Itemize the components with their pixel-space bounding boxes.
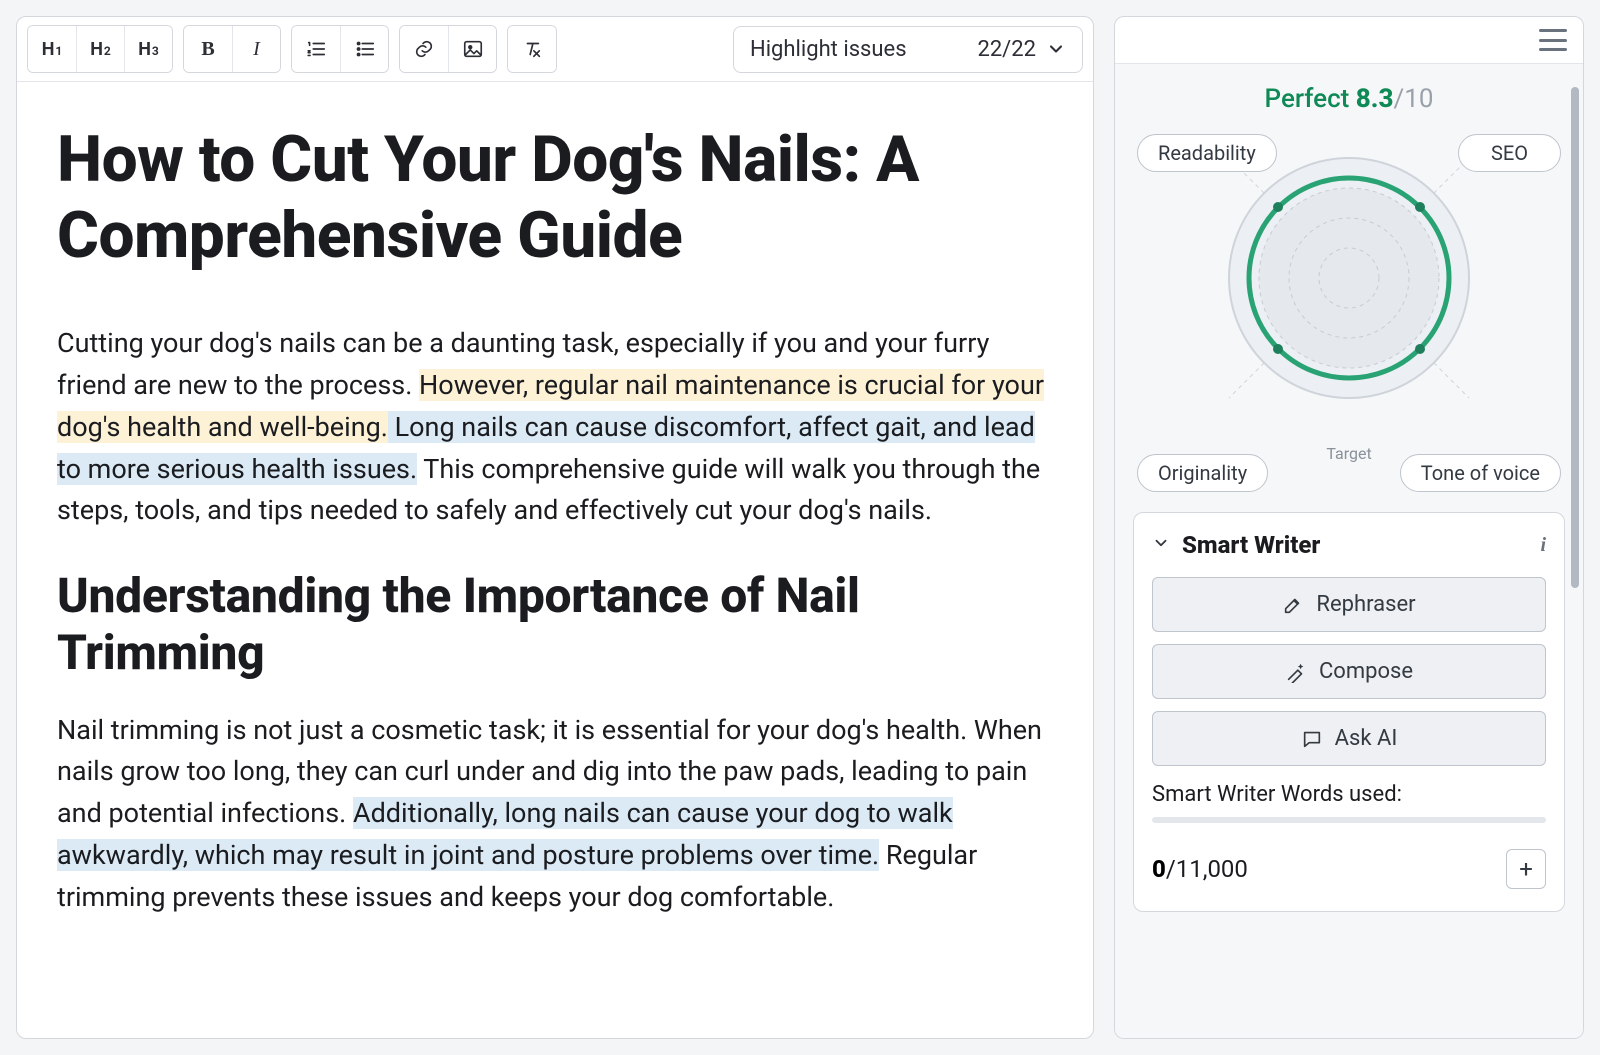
clear-format-button[interactable] bbox=[508, 26, 556, 72]
list-group bbox=[291, 25, 389, 73]
pill-originality[interactable]: Originality bbox=[1137, 454, 1268, 492]
unordered-list-icon bbox=[354, 38, 376, 60]
target-label: Target bbox=[1326, 444, 1371, 463]
menu-button[interactable] bbox=[1539, 29, 1567, 51]
image-button[interactable] bbox=[448, 26, 496, 72]
score-value: 8.3 bbox=[1356, 84, 1394, 114]
side-header bbox=[1115, 17, 1583, 64]
hamburger-icon bbox=[1539, 29, 1567, 32]
side-body: Perfect 8.3/10 Readability SEO Originali… bbox=[1115, 64, 1583, 1038]
ordered-list-icon bbox=[305, 38, 327, 60]
ask-ai-button[interactable]: Ask AI bbox=[1152, 711, 1546, 766]
radar-chart: Readability SEO Originality Tone of voic… bbox=[1133, 128, 1565, 498]
score-label: Perfect bbox=[1265, 84, 1350, 114]
highlight-issues-dropdown[interactable]: Highlight issues 22/22 bbox=[733, 26, 1083, 73]
editor-body[interactable]: How to Cut Your Dog's Nails: A Comprehen… bbox=[17, 82, 1093, 995]
pill-seo[interactable]: SEO bbox=[1458, 134, 1561, 172]
scrollbar[interactable] bbox=[1571, 87, 1579, 588]
smart-writer-title: Smart Writer bbox=[1182, 531, 1320, 559]
chat-icon bbox=[1301, 728, 1323, 750]
score-denom: /10 bbox=[1394, 84, 1434, 114]
collapse-toggle[interactable] bbox=[1152, 533, 1170, 557]
chevron-down-icon bbox=[1046, 39, 1066, 59]
highlight-issues-label: Highlight issues bbox=[750, 37, 907, 62]
words-progress-bar bbox=[1152, 817, 1546, 823]
compose-button[interactable]: Compose bbox=[1152, 644, 1546, 699]
pill-readability[interactable]: Readability bbox=[1137, 134, 1277, 172]
sparkle-pencil-icon bbox=[1285, 661, 1307, 683]
editor-toolbar: H1 H2 H3 B I bbox=[17, 17, 1093, 82]
h1-button[interactable]: H1 bbox=[28, 26, 76, 72]
link-button[interactable] bbox=[400, 26, 448, 72]
italic-button[interactable]: I bbox=[232, 26, 280, 72]
heading-group: H1 H2 H3 bbox=[27, 25, 173, 73]
issues-count: 22/22 bbox=[977, 37, 1036, 62]
add-words-button[interactable]: + bbox=[1506, 849, 1546, 889]
chevron-down-icon bbox=[1152, 534, 1170, 552]
document-title[interactable]: How to Cut Your Dog's Nails: A Comprehen… bbox=[57, 122, 1053, 273]
words-used-label: Smart Writer Words used: bbox=[1152, 782, 1402, 807]
editor-panel: H1 H2 H3 B I bbox=[16, 16, 1094, 1039]
smart-writer-header: Smart Writer i bbox=[1152, 531, 1546, 559]
words-used-count: 0/11,000 bbox=[1152, 855, 1248, 883]
link-icon bbox=[413, 38, 435, 60]
smart-writer-card: Smart Writer i Rephraser Compose Ask AI … bbox=[1133, 512, 1565, 912]
clear-group bbox=[507, 25, 557, 73]
h2-button[interactable]: H2 bbox=[76, 26, 124, 72]
insert-group bbox=[399, 25, 497, 73]
paragraph-2[interactable]: Nail trimming is not just a cosmetic tas… bbox=[57, 710, 1053, 919]
side-panel: Perfect 8.3/10 Readability SEO Originali… bbox=[1114, 16, 1584, 1039]
image-icon bbox=[462, 38, 484, 60]
paragraph-1[interactable]: Cutting your dog's nails can be a daunti… bbox=[57, 323, 1053, 532]
unordered-list-button[interactable] bbox=[340, 26, 388, 72]
format-group: B I bbox=[183, 25, 281, 73]
score-line: Perfect 8.3/10 bbox=[1133, 84, 1565, 114]
bold-button[interactable]: B bbox=[184, 26, 232, 72]
pill-tone[interactable]: Tone of voice bbox=[1400, 454, 1561, 492]
ordered-list-button[interactable] bbox=[292, 26, 340, 72]
info-icon[interactable]: i bbox=[1540, 534, 1546, 557]
pencil-icon bbox=[1282, 594, 1304, 616]
heading-2[interactable]: Understanding the Importance of Nail Tri… bbox=[57, 568, 1053, 681]
rephraser-button[interactable]: Rephraser bbox=[1152, 577, 1546, 632]
radar-svg bbox=[1199, 128, 1499, 428]
clear-format-icon bbox=[521, 38, 543, 60]
h3-button[interactable]: H3 bbox=[124, 26, 172, 72]
